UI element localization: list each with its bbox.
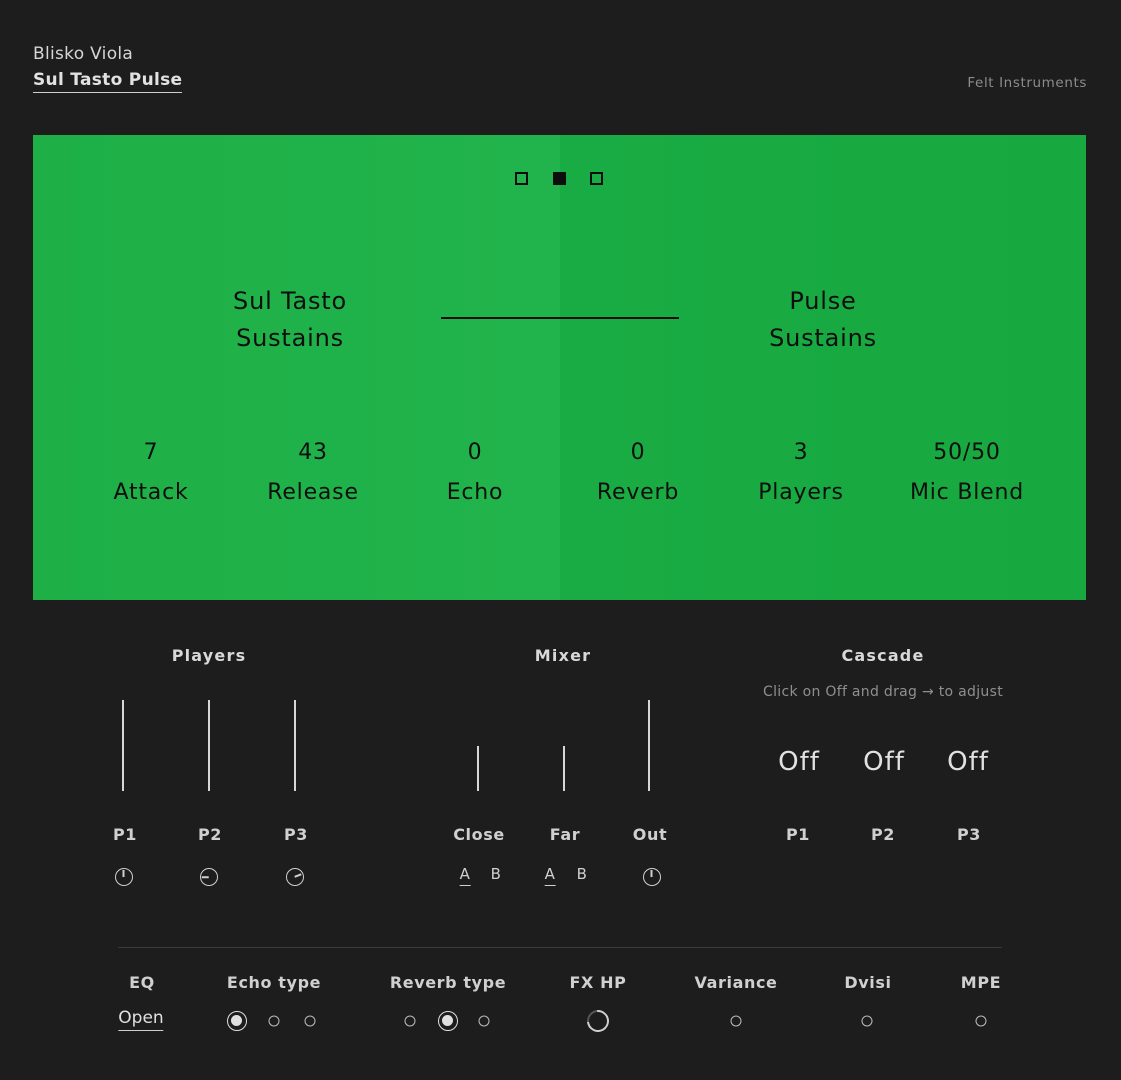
cascade-hint: Click on Off and drag → to adjust [763,684,1003,700]
reverb-type-option-2[interactable] [438,1011,458,1031]
eq-label: EQ [129,973,155,992]
hp-knob-icon[interactable] [582,1005,614,1037]
mic-blend-value[interactable]: 50/50 [933,440,1000,465]
cascade-p2-label: P2 [870,825,896,844]
dvisi-label: Dvisi [844,973,892,992]
instrument-name: Blisko Viola [33,44,134,64]
player-1-label: P1 [112,825,138,844]
player-2-fader[interactable] [208,700,210,791]
player-3-label: P3 [283,825,309,844]
reverb-type-option-3[interactable] [478,1015,490,1027]
page-dot-2[interactable] [553,172,566,185]
page-dot-1[interactable] [515,172,528,185]
echo-type-option-1[interactable] [227,1011,247,1031]
players-label: Players [758,480,844,505]
page-dot-3[interactable] [590,172,603,185]
close-mic-fader[interactable] [477,746,479,791]
mpe-label: MPE [960,973,1002,992]
layer-b-line2: Sustains [769,324,877,352]
attack-label: Attack [113,480,189,505]
echo-value[interactable]: 0 [468,440,483,465]
preset-name[interactable]: Sul Tasto Pulse [33,70,183,93]
player-3-fader[interactable] [294,700,296,791]
out-label: Out [632,825,668,844]
cascade-section-title: Cascade [841,646,925,665]
cascade-p3-label: P3 [956,825,982,844]
reverb-type-label: Reverb type [389,973,507,992]
section-divider [118,947,1002,948]
fx-hp-label: FX HP [569,973,627,992]
pan-knob-icon[interactable] [200,868,218,886]
echo-type-option-2[interactable] [268,1015,280,1027]
far-b-toggle[interactable]: B [577,865,588,883]
reverb-type-option-1[interactable] [404,1015,416,1027]
main-display-panel: Sul Tasto Sustains Pulse Sustains 7 Atta… [33,135,1086,600]
close-label: Close [453,825,505,844]
pan-knob-icon[interactable] [286,868,304,886]
output-knob-icon[interactable] [643,868,661,886]
pan-knob-icon[interactable] [115,868,133,886]
release-value[interactable]: 43 [298,440,328,465]
cascade-p2-value[interactable]: Off [863,747,905,777]
echo-type-option-3[interactable] [304,1015,316,1027]
player-1-fader[interactable] [122,700,124,791]
echo-label: Echo [446,480,504,505]
player-2-label: P2 [197,825,223,844]
players-section-title: Players [171,646,247,665]
variance-toggle[interactable] [730,1015,742,1027]
players-value[interactable]: 3 [794,440,809,465]
close-b-toggle[interactable]: B [491,865,502,883]
layer-b-line1: Pulse [789,287,857,315]
mpe-toggle[interactable] [975,1015,987,1027]
layer-b-name[interactable]: Pulse Sustains [769,283,877,357]
output-fader[interactable] [648,700,650,791]
layer-a-line2: Sustains [236,324,344,352]
far-label: Far [549,825,581,844]
mixer-section-title: Mixer [534,646,592,665]
layer-a-line1: Sul Tasto [233,287,347,315]
cascade-p3-value[interactable]: Off [947,747,989,777]
variance-label: Variance [694,973,778,992]
echo-type-label: Echo type [226,973,322,992]
far-mic-fader[interactable] [563,746,565,791]
reverb-label: Reverb [596,480,680,505]
eq-selector[interactable]: Open [118,1008,164,1031]
cascade-p1-value[interactable]: Off [778,747,820,777]
mic-blend-label: Mic Blend [909,480,1025,505]
layer-blend-slider[interactable] [441,317,679,319]
attack-value[interactable]: 7 [144,440,159,465]
cascade-p1-label: P1 [785,825,811,844]
brand-logo-text: Felt Instruments [967,75,1087,91]
close-a-toggle[interactable]: A [459,865,471,886]
dvisi-toggle[interactable] [861,1015,873,1027]
reverb-value[interactable]: 0 [631,440,646,465]
layer-a-name[interactable]: Sul Tasto Sustains [233,283,347,357]
far-a-toggle[interactable]: A [544,865,556,886]
release-label: Release [267,480,359,505]
